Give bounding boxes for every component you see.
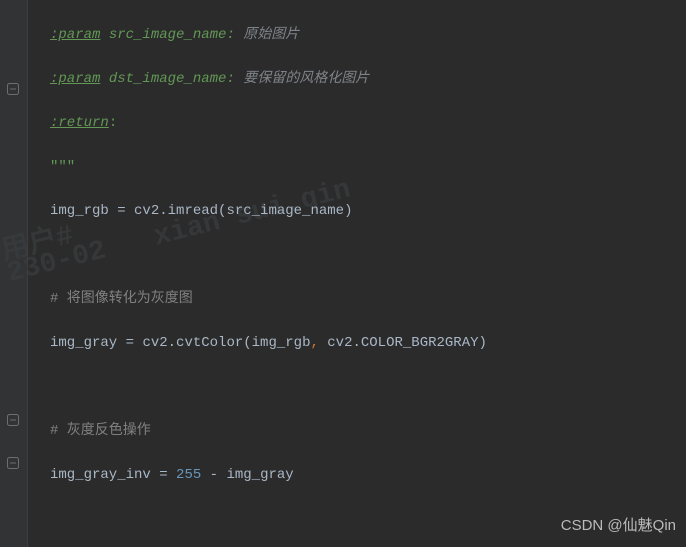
- code-line: img_rgb = cv2.imread(src_image_name): [50, 200, 686, 222]
- collapse-icon[interactable]: [6, 413, 20, 427]
- code-line: :param dst_image_name: 要保留的风格化图片: [50, 68, 686, 90]
- editor-gutter: [0, 0, 28, 547]
- code-line: [50, 376, 686, 398]
- code-line: :param src_image_name: 原始图片: [50, 24, 686, 46]
- code-editor[interactable]: :param src_image_name: 原始图片 :param dst_i…: [28, 0, 686, 547]
- code-line: """: [50, 156, 686, 178]
- collapse-icon[interactable]: [6, 82, 20, 96]
- code-line: # 灰度反色操作: [50, 420, 686, 442]
- collapse-icon[interactable]: [6, 456, 20, 470]
- code-line: img_gray_inv = 255 - img_gray: [50, 464, 686, 486]
- code-line: [50, 244, 686, 266]
- code-line: img_gray = cv2.cvtColor(img_rgb, cv2.COL…: [50, 332, 686, 354]
- code-line: :return:: [50, 112, 686, 134]
- csdn-watermark: CSDN @仙魅Qin: [561, 515, 676, 537]
- code-line: # 将图像转化为灰度图: [50, 288, 686, 310]
